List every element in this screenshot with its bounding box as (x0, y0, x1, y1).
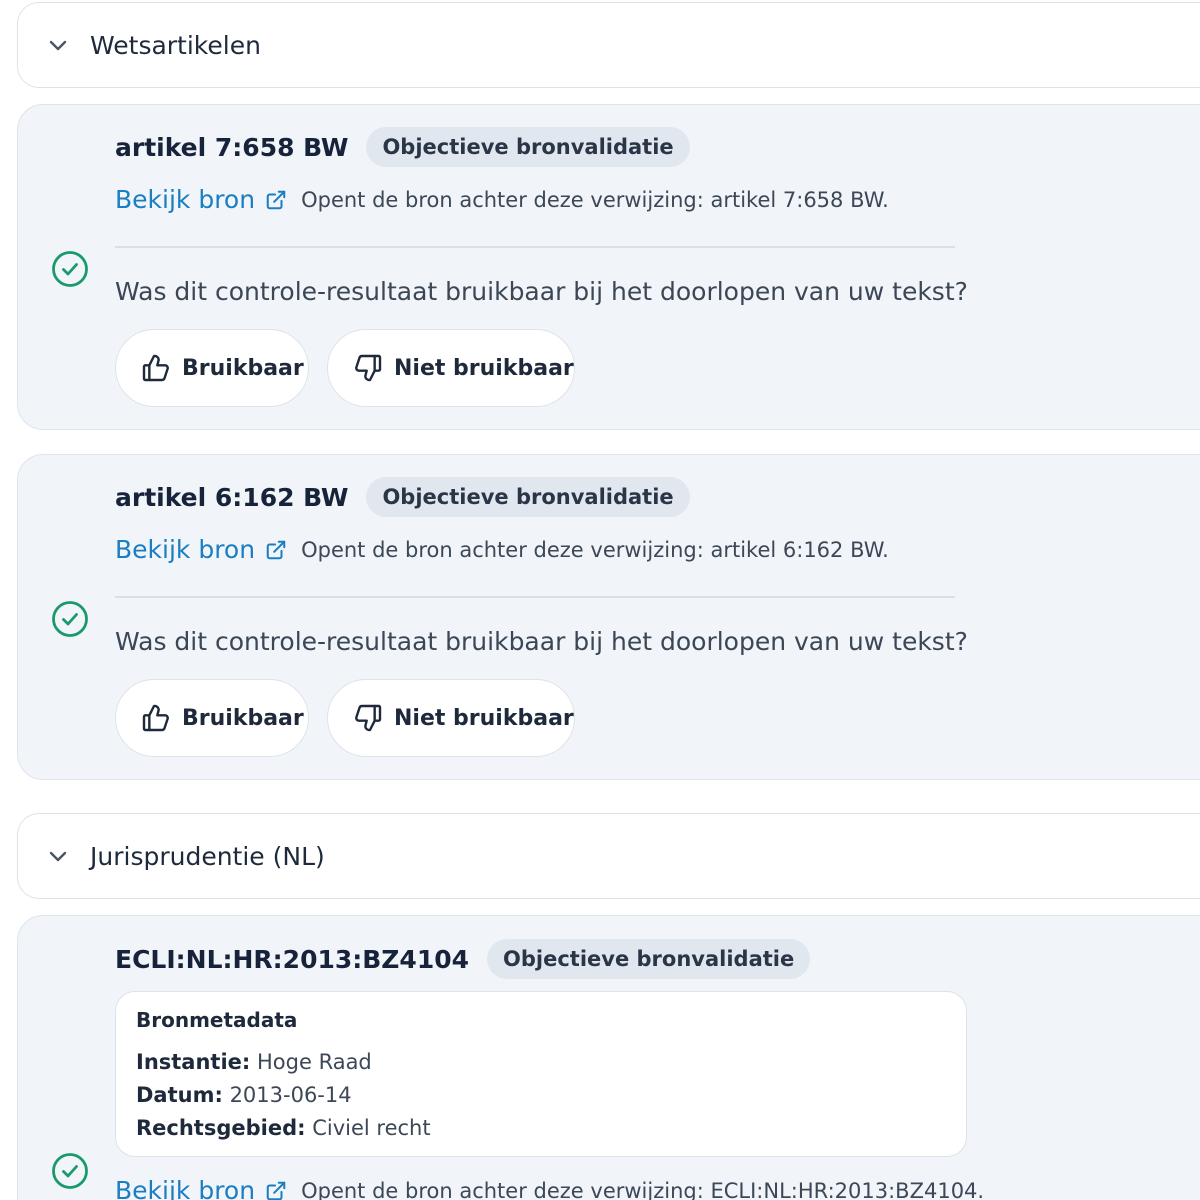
check-circle-icon (52, 251, 88, 287)
section-header-jurisprudentie[interactable]: Jurisprudentie (NL) (17, 813, 1200, 899)
view-source-link[interactable]: Bekijk bron (115, 535, 287, 564)
result-card: artikel 6:162 BW Objectieve bronvalidati… (17, 454, 1200, 780)
section-header-wetsartikelen[interactable]: Wetsartikelen (17, 2, 1200, 88)
metadata-row: Instantie: Hoge Raad (136, 1046, 946, 1079)
feedback-question: Was dit controle-resultaat bruikbaar bij… (115, 277, 968, 306)
view-source-link[interactable]: Bekijk bron (115, 1176, 287, 1200)
check-circle-icon (52, 1153, 88, 1189)
source-row: Bekijk bron Opent de bron achter deze ve… (115, 535, 889, 564)
source-description: Opent de bron achter deze verwijzing: ar… (301, 537, 889, 562)
section-title: Jurisprudentie (NL) (90, 841, 325, 871)
source-description: Opent de bron achter deze verwijzing: EC… (301, 1178, 985, 1200)
external-link-icon (266, 540, 286, 559)
external-link-icon (266, 190, 286, 209)
result-card: ECLI:NL:HR:2013:BZ4104 Objectieve bronva… (17, 915, 1200, 1200)
metadata-key: Instantie: (136, 1050, 251, 1074)
source-row: Bekijk bron Opent de bron achter deze ve… (115, 185, 889, 214)
useful-label: Bruikbaar (182, 355, 304, 381)
card-title-row: artikel 6:162 BW Objectieve bronvalidati… (115, 477, 690, 517)
metadata-value: 2013-06-14 (229, 1083, 352, 1107)
chevron-down-icon (49, 40, 67, 51)
view-source-label: Bekijk bron (115, 535, 256, 564)
useful-label: Bruikbaar (182, 705, 304, 731)
card-title-row: ECLI:NL:HR:2013:BZ4104 Objectieve bronva… (115, 939, 811, 979)
thumbs-down-icon (355, 704, 382, 732)
not-useful-label: Niet bruikbaar (394, 705, 574, 731)
metadata-title: Bronmetadata (136, 1008, 298, 1032)
view-source-link[interactable]: Bekijk bron (115, 185, 287, 214)
divider (115, 596, 955, 598)
view-source-label: Bekijk bron (115, 1176, 256, 1200)
metadata-row: Datum: 2013-06-14 (136, 1079, 946, 1112)
source-metadata-box: Bronmetadata Instantie: Hoge Raad Datum:… (115, 991, 967, 1157)
card-title-row: artikel 7:658 BW Objectieve bronvalidati… (115, 127, 690, 167)
validation-badge: Objectieve bronvalidatie (487, 939, 811, 979)
validation-badge: Objectieve bronvalidatie (366, 127, 690, 167)
not-useful-button[interactable]: Niet bruikbaar (327, 329, 575, 407)
thumbs-up-icon (142, 704, 169, 732)
not-useful-label: Niet bruikbaar (394, 355, 574, 381)
source-row: Bekijk bron Opent de bron achter deze ve… (115, 1176, 984, 1200)
metadata-value: Civiel recht (312, 1116, 431, 1140)
metadata-key: Rechtsgebied: (136, 1116, 306, 1140)
validation-badge: Objectieve bronvalidatie (366, 477, 690, 517)
reference-title: ECLI:NL:HR:2013:BZ4104 (115, 944, 470, 974)
feedback-question: Was dit controle-resultaat bruikbaar bij… (115, 627, 968, 656)
result-card: artikel 7:658 BW Objectieve bronvalidati… (17, 104, 1200, 430)
thumbs-up-icon (142, 354, 169, 382)
source-description: Opent de bron achter deze verwijzing: ar… (301, 187, 889, 212)
check-circle-icon (52, 601, 88, 637)
not-useful-button[interactable]: Niet bruikbaar (327, 679, 575, 757)
reference-title: artikel 7:658 BW (115, 132, 349, 162)
view-source-label: Bekijk bron (115, 185, 256, 214)
chevron-down-icon (49, 851, 67, 862)
results-panel: Wetsartikelen artikel 7:658 BW Objectiev… (0, 0, 1200, 1200)
divider (115, 246, 955, 248)
section-title: Wetsartikelen (90, 30, 261, 60)
metadata-value: Hoge Raad (257, 1050, 372, 1074)
useful-button[interactable]: Bruikbaar (115, 329, 309, 407)
reference-title: artikel 6:162 BW (115, 482, 349, 512)
thumbs-down-icon (355, 354, 382, 382)
useful-button[interactable]: Bruikbaar (115, 679, 309, 757)
metadata-row: Rechtsgebied: Civiel recht (136, 1112, 946, 1145)
metadata-key: Datum: (136, 1083, 223, 1107)
external-link-icon (266, 1181, 286, 1200)
